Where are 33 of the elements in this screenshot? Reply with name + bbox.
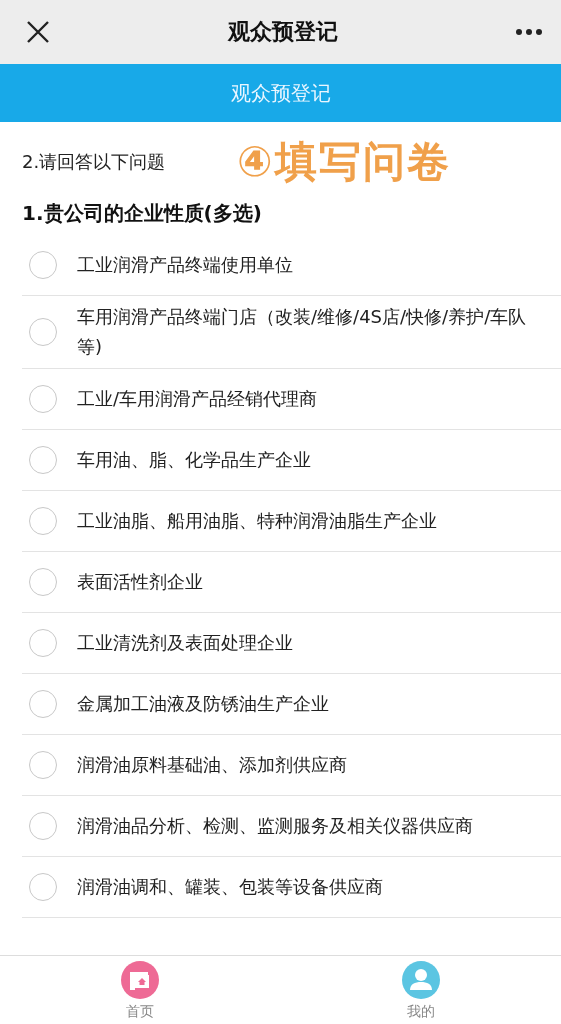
option-label[interactable]: 工业润滑产品终端使用单位 bbox=[77, 250, 313, 280]
radio-button[interactable] bbox=[29, 629, 57, 657]
option-label[interactable]: 表面活性剂企业 bbox=[77, 567, 223, 597]
close-icon[interactable] bbox=[26, 20, 50, 44]
user-icon bbox=[400, 959, 441, 1000]
more-icon[interactable] bbox=[515, 28, 543, 36]
radio-button[interactable] bbox=[29, 318, 57, 346]
radio-button[interactable] bbox=[29, 385, 57, 413]
option-label[interactable]: 润滑油品分析、检测、监测服务及相关仪器供应商 bbox=[77, 811, 493, 841]
question-title: 1.贵公司的企业性质(多选) bbox=[21, 200, 263, 227]
annotation: ④填写问卷 bbox=[237, 136, 451, 188]
option-label[interactable]: 车用润滑产品终端门店（改装/维修/4S店/快修/养护/车队等) bbox=[77, 302, 561, 362]
option-label[interactable]: 润滑油调和、罐装、包装等设备供应商 bbox=[77, 872, 403, 902]
radio-button[interactable] bbox=[29, 507, 57, 535]
section-label: 2.请回答以下问题 bbox=[22, 150, 167, 174]
option-label[interactable]: 金属加工油液及防锈油生产企业 bbox=[77, 689, 349, 719]
home-icon bbox=[120, 959, 161, 1000]
radio-button[interactable] bbox=[29, 751, 57, 779]
banner-title: 观众预登记 bbox=[230, 79, 331, 107]
tab-item[interactable]: 首页 bbox=[0, 956, 281, 1024]
option-label[interactable]: 润滑油原料基础油、添加剂供应商 bbox=[77, 750, 367, 780]
radio-button[interactable] bbox=[29, 812, 57, 840]
radio-button[interactable] bbox=[29, 568, 57, 596]
option-label[interactable]: 工业油脂、船用油脂、特种润滑油脂生产企业 bbox=[77, 506, 457, 536]
option-label[interactable]: 工业/车用润滑产品经销代理商 bbox=[77, 384, 338, 414]
radio-button[interactable] bbox=[29, 690, 57, 718]
option-label[interactable]: 工业清洗剂及表面处理企业 bbox=[77, 628, 313, 658]
radio-button[interactable] bbox=[29, 873, 57, 901]
tab-item[interactable]: 我的 bbox=[280, 956, 561, 1024]
window-title: 观众预登记 bbox=[227, 18, 338, 46]
radio-button[interactable] bbox=[29, 446, 57, 474]
option-label[interactable]: 车用油、脂、化学品生产企业 bbox=[77, 445, 331, 475]
radio-button[interactable] bbox=[29, 251, 57, 279]
